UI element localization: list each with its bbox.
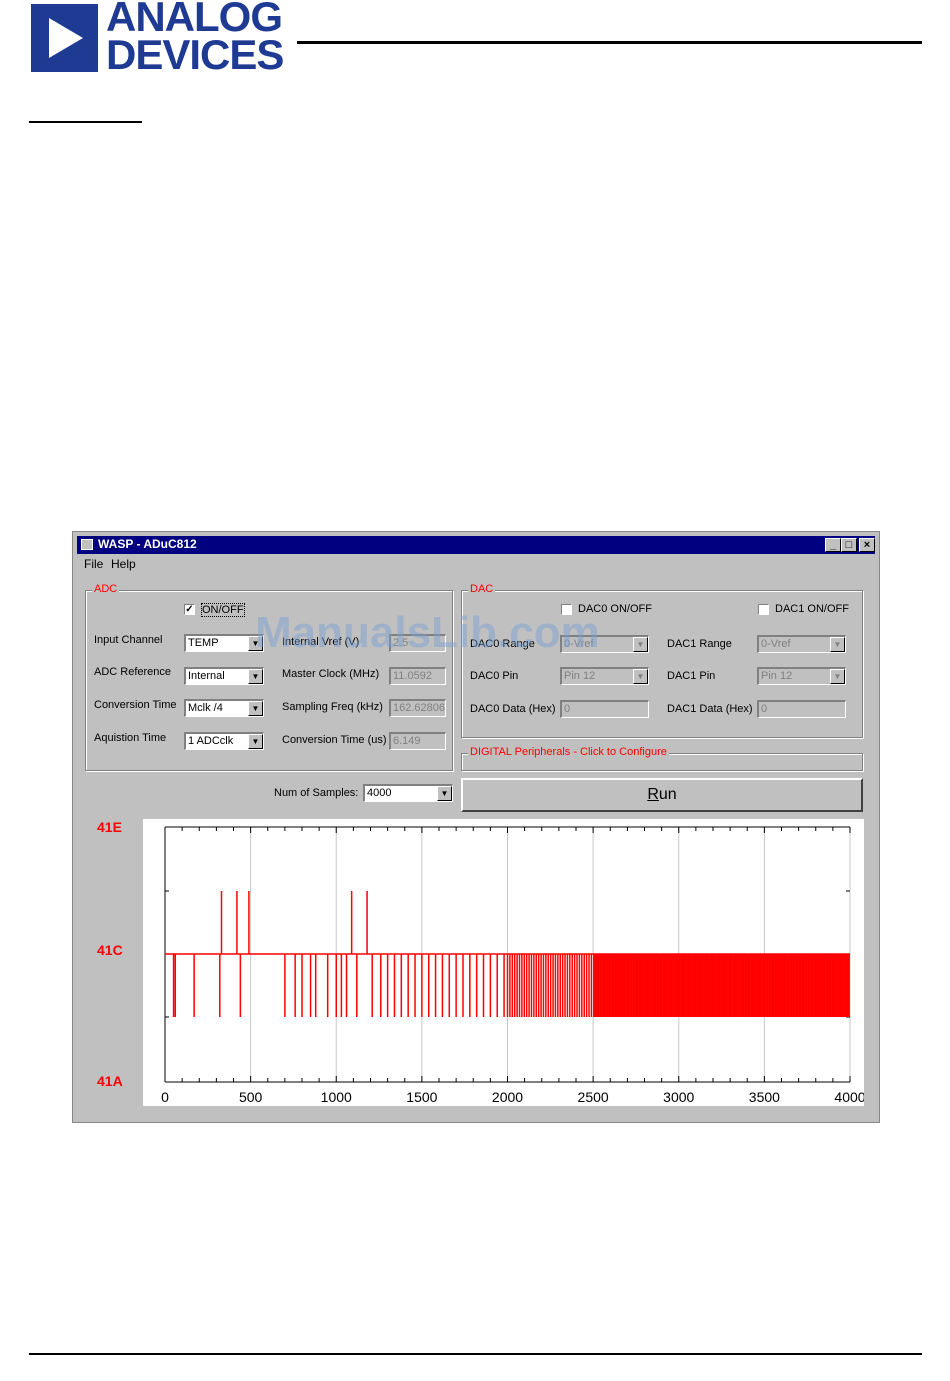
num-samples-value: 4000 [367, 787, 392, 799]
dac0-data-label: DAC0 Data (Hex) [470, 703, 556, 715]
footer-rule [29, 1353, 922, 1355]
adc-reference-select[interactable]: Internal ▼ [184, 667, 264, 685]
dac1-pin-label: DAC1 Pin [667, 670, 716, 682]
x-tick-label: 3000 [663, 1089, 694, 1105]
input-channel-label: Input Channel [94, 634, 163, 646]
dac1-data-label: DAC1 Data (Hex) [667, 703, 753, 715]
run-label-rest: un [658, 786, 677, 803]
sampling-freq-field[interactable]: 162.62806 [389, 699, 446, 717]
dac1-pin-value: Pin 12 [761, 670, 793, 682]
dac-legend: DAC [468, 583, 496, 595]
chevron-down-icon[interactable]: ▼ [248, 701, 263, 716]
plot-area: 0 500 1000 1500 2000 2500 3000 3500 4000 [143, 819, 866, 1106]
conversion-time-label: Conversion Time [94, 699, 177, 711]
y-tick-label: 41A [97, 1073, 123, 1089]
watermark: ManualsLib.com [255, 608, 600, 657]
aquistion-time-value: 1 ADCclk [188, 735, 234, 747]
menu-help[interactable]: Help [111, 557, 136, 571]
adc-legend: ADC [92, 583, 120, 595]
dac1-range-label: DAC1 Range [667, 638, 732, 650]
menu-bar: File Help [77, 555, 875, 573]
input-channel-select[interactable]: TEMP ▼ [184, 634, 264, 652]
x-tick-label: 500 [239, 1089, 263, 1105]
x-tick-label: 2000 [492, 1089, 523, 1105]
title-bar[interactable]: WASP - ADuC812 _ □ × [77, 536, 875, 554]
num-samples-label: Num of Samples: [274, 787, 359, 799]
dac0-pin-label: DAC0 Pin [470, 670, 519, 682]
menu-file[interactable]: File [84, 557, 103, 571]
dac0-pin-select[interactable]: Pin 12 ▼ [560, 667, 649, 685]
x-tick-label: 1500 [406, 1089, 437, 1105]
master-clock-label: Master Clock (MHz) [282, 668, 380, 680]
dac1-onoff-label[interactable]: DAC1 ON/OFF [775, 603, 849, 615]
conversion-time-us-label: Conversion Time (us) [282, 734, 387, 746]
y-tick-label: 41E [97, 819, 122, 835]
sampling-freq-label: Sampling Freq (kHz) [282, 701, 383, 713]
company-logo-text: ANALOG DEVICES [106, 0, 284, 78]
chevron-down-icon[interactable]: ▼ [633, 669, 648, 684]
dac1-onoff-checkbox[interactable] [758, 604, 769, 615]
logo-line-2: DEVICES [106, 31, 284, 78]
input-channel-value: TEMP [188, 637, 219, 649]
chevron-down-icon[interactable]: ▼ [248, 734, 263, 749]
close-button[interactable]: × [859, 538, 875, 552]
dac0-pin-value: Pin 12 [564, 670, 596, 682]
y-tick-label: 41C [97, 942, 123, 958]
section-rule [29, 121, 142, 123]
chevron-down-icon[interactable]: ▼ [830, 637, 845, 652]
analog-devices-logo-icon [31, 4, 98, 72]
digital-peripherals-group[interactable]: DIGITAL Peripherals - Click to Configure [461, 746, 863, 771]
window-title: WASP - ADuC812 [98, 537, 197, 551]
x-tick-label: 1000 [321, 1089, 352, 1105]
adc-reference-value: Internal [188, 670, 225, 682]
run-accel-letter: R [647, 786, 659, 803]
conversion-time-value: Mclk /4 [188, 702, 223, 714]
x-tick-label: 3500 [749, 1089, 780, 1105]
digital-peripherals-legend[interactable]: DIGITAL Peripherals - Click to Configure [468, 746, 669, 758]
chevron-down-icon[interactable]: ▼ [633, 637, 648, 652]
x-tick-label: 0 [161, 1089, 169, 1105]
header-rule [297, 41, 922, 44]
adc-onoff-label[interactable]: ON/OFF [201, 603, 245, 617]
conversion-time-select[interactable]: Mclk /4 ▼ [184, 699, 264, 717]
dac1-data-field[interactable]: 0 [757, 700, 846, 718]
conversion-time-us-field[interactable]: 6.149 [389, 732, 446, 750]
num-samples-select[interactable]: 4000 ▼ [363, 784, 453, 802]
dac1-pin-select[interactable]: Pin 12 ▼ [757, 667, 846, 685]
dac1-range-value: 0-Vref [761, 638, 791, 650]
app-icon[interactable] [81, 539, 93, 550]
master-clock-field[interactable]: 11.0592 [389, 667, 446, 685]
adc-reference-label: ADC Reference [94, 666, 172, 678]
chevron-down-icon[interactable]: ▼ [437, 786, 452, 801]
x-tick-label: 4000 [834, 1089, 864, 1105]
minimize-button[interactable]: _ [825, 538, 841, 552]
aquistion-time-label: Aquistion Time [94, 732, 167, 744]
chevron-down-icon[interactable]: ▼ [830, 669, 845, 684]
aquistion-time-select[interactable]: 1 ADCclk ▼ [184, 732, 264, 750]
x-tick-label: 2500 [578, 1089, 609, 1105]
run-button[interactable]: Run [461, 778, 863, 812]
dac0-data-field[interactable]: 0 [560, 700, 649, 718]
dac1-range-select[interactable]: 0-Vref ▼ [757, 635, 846, 653]
maximize-button[interactable]: □ [841, 538, 857, 552]
chevron-down-icon[interactable]: ▼ [248, 669, 263, 684]
adc-onoff-checkbox[interactable]: ✓ [184, 604, 195, 615]
adc-sample-chart: 0 500 1000 1500 2000 2500 3000 3500 4000 [161, 826, 866, 1105]
